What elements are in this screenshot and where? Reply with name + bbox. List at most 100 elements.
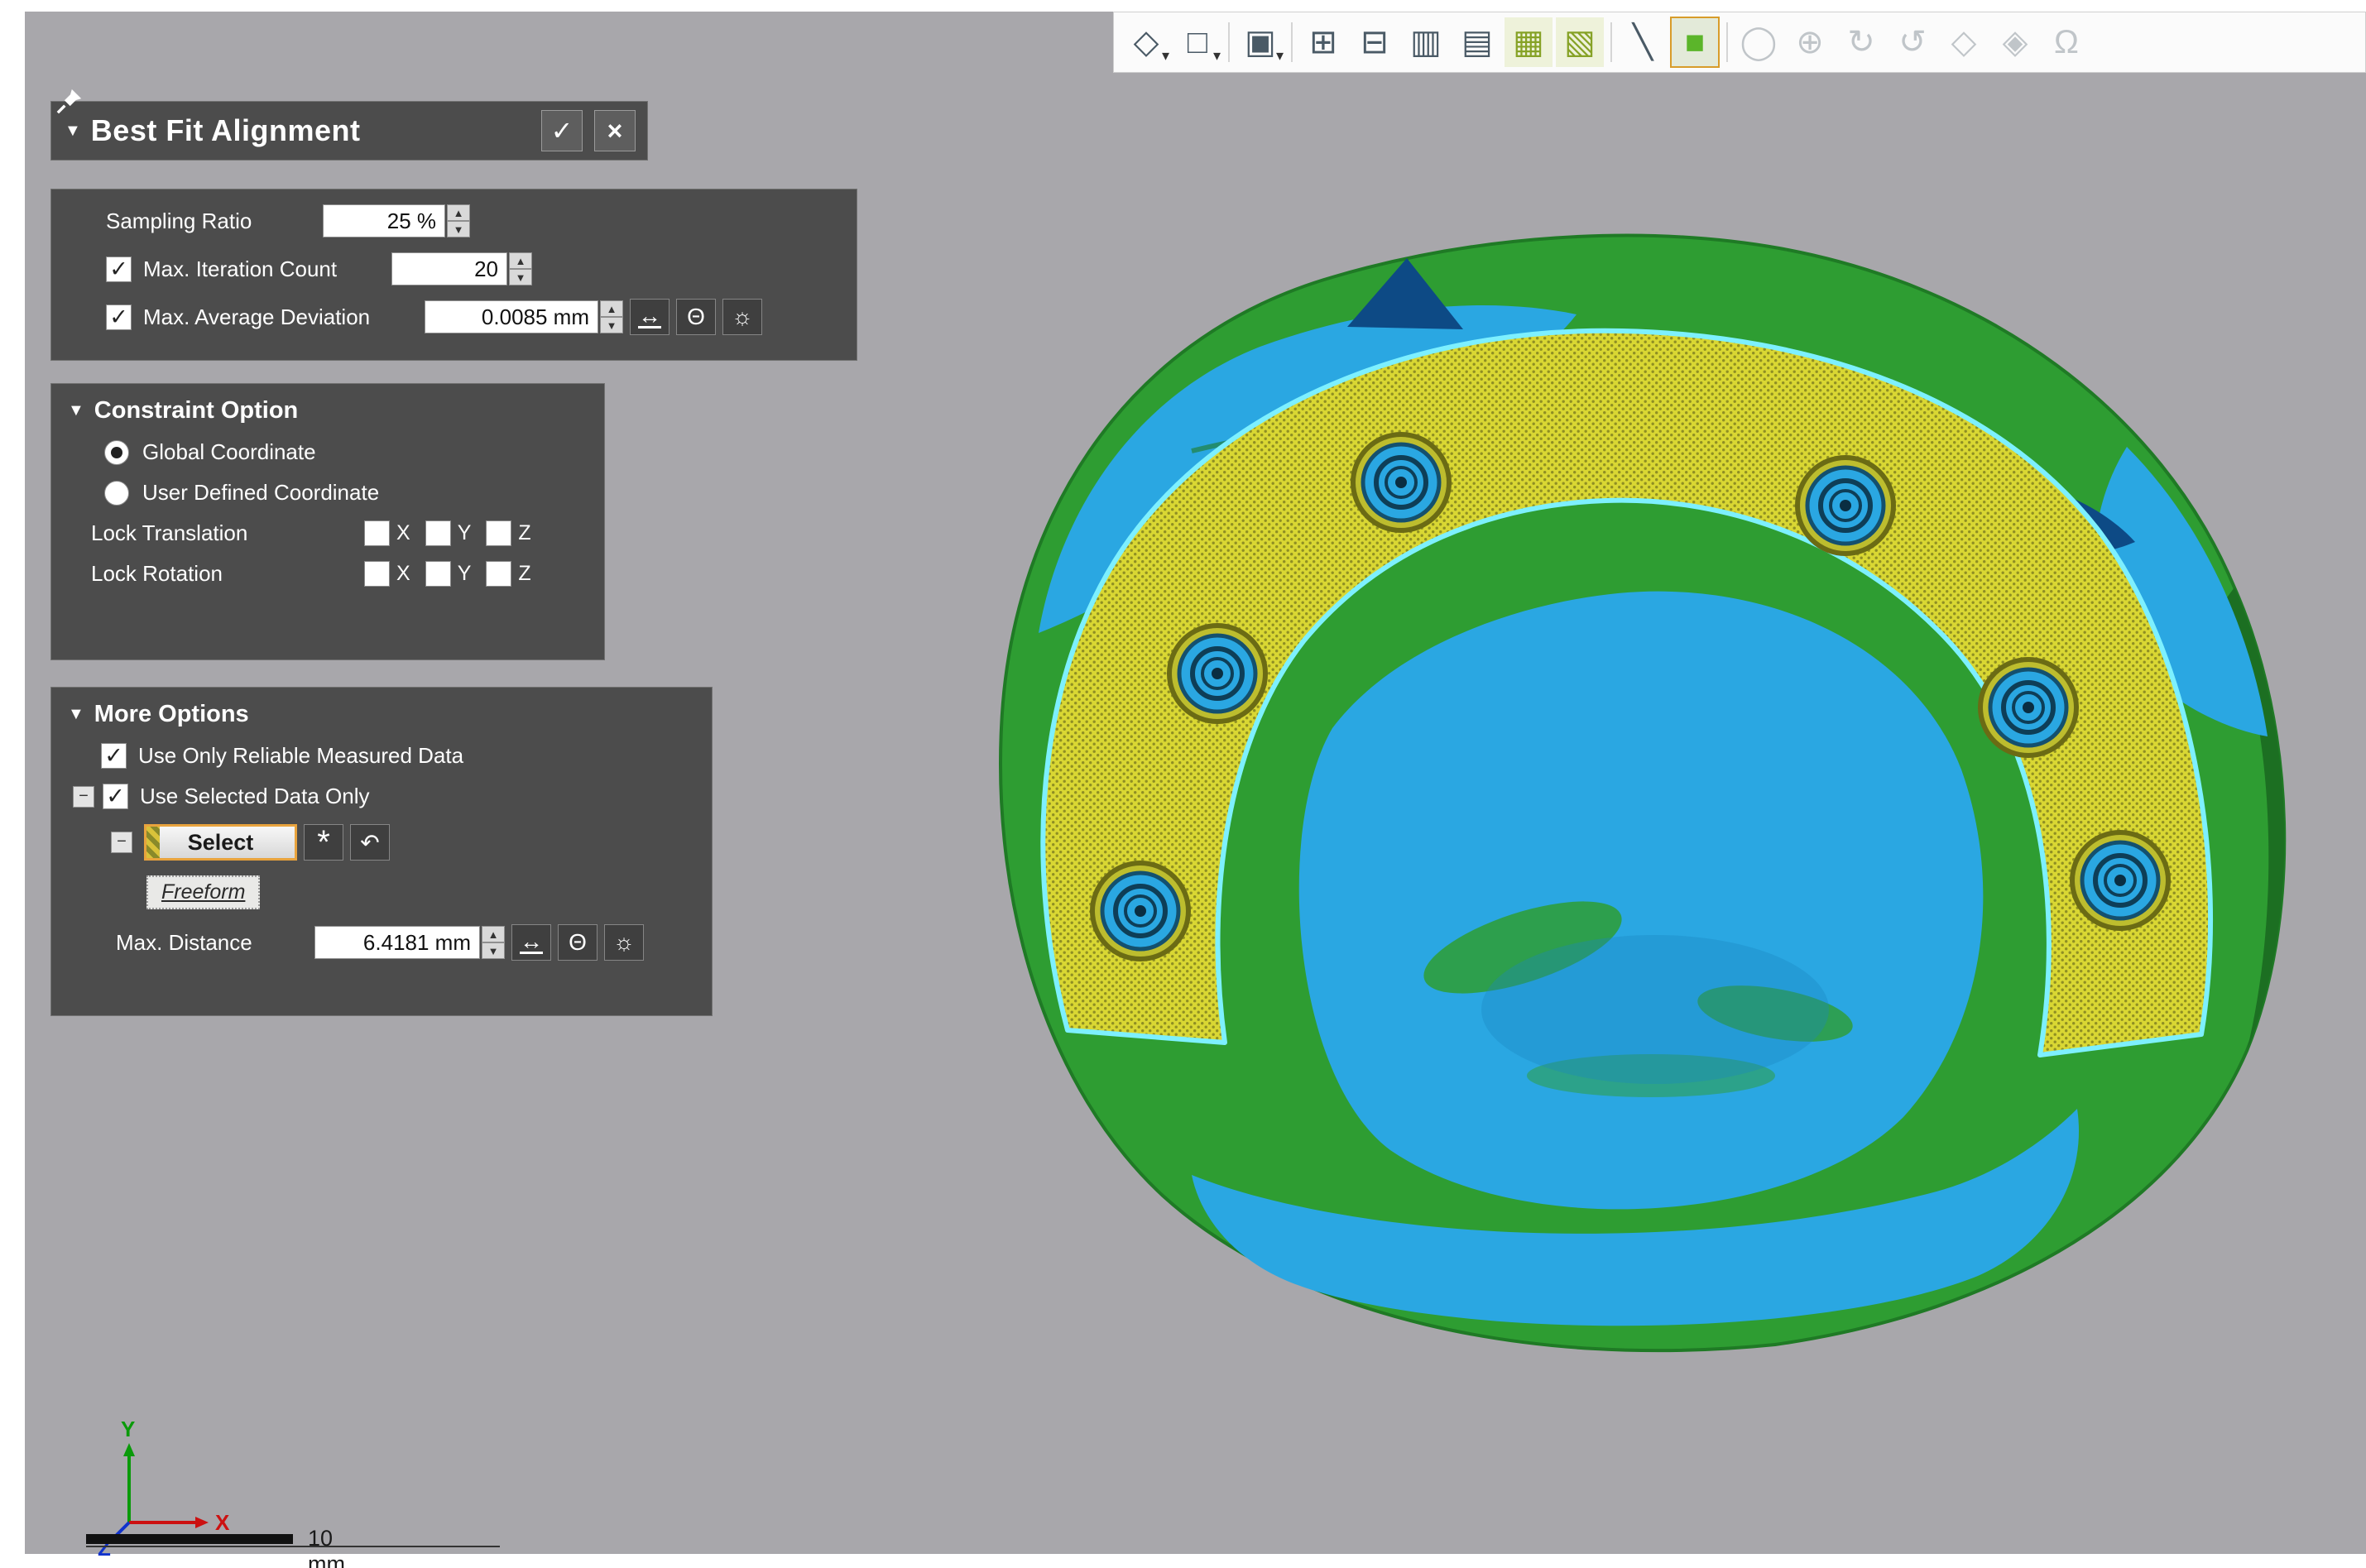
spin-up-icon[interactable]: ▲ — [482, 926, 505, 942]
lock-translation-y-checkbox[interactable] — [425, 520, 451, 546]
paint-select-tool-icon: ▣ — [1245, 26, 1276, 59]
plane-section-tool-icon: ⊞ — [1309, 26, 1337, 59]
measure-range-button[interactable]: ↔ — [511, 924, 551, 961]
rotate-selection-mode: ↻ — [1837, 17, 1885, 67]
line-tool[interactable]: ╲ — [1619, 17, 1667, 67]
select-button[interactable]: Select — [144, 824, 297, 861]
collapse-section-toggle[interactable]: ▼ — [68, 401, 84, 420]
deviation-table-tool[interactable]: ▦ — [1505, 17, 1553, 67]
history-button[interactable]: Θ — [558, 924, 597, 961]
cancel-button[interactable]: × — [594, 110, 636, 151]
measure-range-button[interactable]: ↔ — [630, 299, 669, 335]
spin-down-icon[interactable]: ▼ — [600, 317, 623, 333]
toolbar-separator — [1291, 22, 1293, 62]
star-select-button[interactable]: * — [304, 824, 343, 861]
y-axis-arrow — [123, 1443, 135, 1456]
compare-table-tool[interactable]: ▧ — [1556, 17, 1604, 67]
max-avg-deviation-stepper[interactable]: ▲ ▼ — [600, 300, 623, 333]
polygon-select-tool-icon: ◇ — [1134, 26, 1159, 59]
alignment-parameters-panel: Sampling Ratio 25 % ▲ ▼ ✓ Max. Iteration… — [50, 189, 857, 361]
lock-rotation-z-checkbox[interactable] — [486, 561, 511, 587]
max-avg-deviation-input[interactable]: 0.0085 mm — [425, 300, 598, 333]
use-reliable-data-label: Use Only Reliable Measured Data — [138, 743, 463, 769]
undo-selection-button[interactable]: ↶ — [350, 824, 390, 861]
max-distance-stepper[interactable]: ▲ ▼ — [482, 926, 505, 959]
max-iteration-label: Max. Iteration Count — [143, 257, 391, 282]
main-toolbar: ◇▾□▾▣▾⊞⊟▥▤▦▧╲■◯⊕↻↺◇◈Ω — [1113, 12, 2366, 73]
collapse-dialog-toggle[interactable]: ▼ — [65, 122, 81, 141]
toolbar-separator — [1726, 22, 1728, 62]
toolbar-separator — [1610, 22, 1612, 62]
dental-scan-model[interactable] — [943, 199, 2350, 1390]
freeform-selection-mode: ↺ — [1888, 17, 1936, 67]
history-button[interactable]: Θ — [676, 299, 716, 335]
dropdown-arrow-icon[interactable]: ▾ — [1213, 47, 1221, 65]
implant-scanbody-3[interactable] — [1169, 626, 1265, 722]
collapse-select-toggle[interactable]: − — [111, 832, 132, 853]
freeform-mode-button[interactable]: Freeform — [146, 875, 260, 909]
select-button-label: Select — [188, 830, 254, 856]
spin-up-icon[interactable]: ▲ — [600, 300, 623, 317]
max-iteration-input[interactable]: 20 — [391, 252, 507, 285]
dropdown-arrow-icon[interactable]: ▾ — [1276, 47, 1284, 65]
lock-rotation-y-checkbox[interactable] — [425, 561, 451, 587]
spin-down-icon[interactable]: ▼ — [509, 269, 532, 285]
ellipse-selection-mode: ⊕ — [1786, 17, 1834, 67]
polygon-select-tool[interactable]: ◇▾ — [1122, 17, 1170, 67]
preview-button[interactable]: ☼ — [722, 299, 762, 335]
line-tool-icon: ╲ — [1633, 26, 1653, 59]
confirm-button[interactable]: ✓ — [541, 110, 583, 151]
axis-y-label: Y — [458, 562, 472, 586]
preview-button[interactable]: ☼ — [604, 924, 644, 961]
lock-rotation-x-checkbox[interactable] — [364, 561, 390, 587]
application-window: Y X Z 10 mm ◇▾□▾▣▾⊞⊟▥▤▦▧╲■◯⊕↻↺◇◈Ω ▼ Best… — [0, 0, 2366, 1568]
spin-up-icon[interactable]: ▲ — [509, 252, 532, 269]
max-avg-deviation-checkbox[interactable]: ✓ — [106, 304, 132, 330]
constraint-option-panel: ▼ Constraint Option Global Coordinate Us… — [50, 383, 605, 660]
implant-scanbody-2[interactable] — [1797, 458, 1893, 554]
box-select-tool[interactable]: □▾ — [1173, 17, 1221, 67]
spin-down-icon[interactable]: ▼ — [447, 221, 470, 237]
pin-icon[interactable] — [55, 87, 84, 115]
compare-table-tool-icon: ▧ — [1564, 26, 1596, 59]
paint-select-tool[interactable]: ▣▾ — [1236, 17, 1284, 67]
implant-scanbody-1[interactable] — [1353, 434, 1449, 530]
ellipse-selection-mode-icon: ⊕ — [1796, 26, 1824, 59]
implant-scanbody-6[interactable] — [2072, 832, 2168, 928]
ruler-icon: ↔ — [520, 931, 543, 954]
max-iteration-checkbox[interactable]: ✓ — [106, 257, 132, 282]
use-selected-data-checkbox[interactable]: ✓ — [103, 784, 128, 809]
global-coordinate-radio[interactable] — [104, 440, 129, 465]
user-defined-coordinate-radio[interactable] — [104, 481, 129, 506]
max-distance-input[interactable]: 6.4181 mm — [314, 926, 480, 959]
use-reliable-data-checkbox[interactable]: ✓ — [101, 743, 127, 769]
rectangle-selection-mode[interactable]: ■ — [1670, 17, 1720, 68]
spin-up-icon[interactable]: ▲ — [447, 204, 470, 221]
plane-section-tool[interactable]: ⊞ — [1299, 17, 1347, 67]
thickness-gauge-tool[interactable]: ▥ — [1402, 17, 1450, 67]
lock-translation-x-checkbox[interactable] — [364, 520, 390, 546]
sampling-ratio-stepper[interactable]: ▲ ▼ — [447, 204, 470, 237]
max-iteration-stepper[interactable]: ▲ ▼ — [509, 252, 532, 285]
implant-scanbody-5[interactable] — [1092, 863, 1188, 959]
dropdown-arrow-icon[interactable]: ▾ — [1162, 47, 1169, 65]
caliper-tool[interactable]: ▤ — [1453, 17, 1501, 67]
magnet-selection-mode: Ω — [2042, 17, 2090, 67]
collapse-section-toggle[interactable]: ▼ — [68, 705, 84, 724]
axis-y-label: Y — [458, 521, 472, 545]
scale-bar-label: 10 mm — [308, 1526, 345, 1568]
axis-x-label: X — [396, 521, 410, 545]
implant-scanbody-4[interactable] — [1980, 659, 2076, 755]
more-options-panel: ▼ More Options ✓ Use Only Reliable Measu… — [50, 687, 713, 1016]
sampling-ratio-input[interactable]: 25 % — [323, 204, 445, 237]
best-fit-alignment-dialog-header: ▼ Best Fit Alignment ✓ × — [50, 101, 648, 161]
slab-section-tool[interactable]: ⊟ — [1351, 17, 1399, 67]
max-distance-label: Max. Distance — [116, 930, 314, 956]
collapse-subtree-toggle[interactable]: − — [73, 786, 94, 808]
x-axis-label: X — [215, 1510, 230, 1535]
scale-bar: 10 mm — [86, 1534, 293, 1544]
lock-translation-z-checkbox[interactable] — [486, 520, 511, 546]
star-icon: * — [317, 833, 330, 851]
spin-down-icon[interactable]: ▼ — [482, 942, 505, 959]
axis-z-label: Z — [518, 562, 530, 586]
